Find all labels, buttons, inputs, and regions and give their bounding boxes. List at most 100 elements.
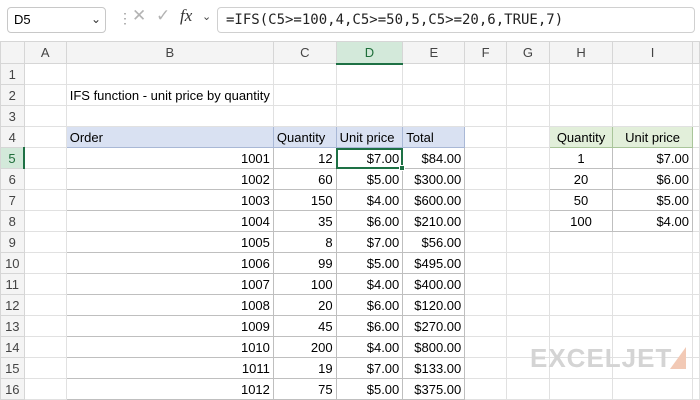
orders-data-cell[interactable]: 1010 <box>65 336 274 358</box>
cell[interactable] <box>612 231 693 253</box>
cell[interactable] <box>506 273 550 295</box>
orders-data-cell[interactable]: $7.00 <box>335 231 404 253</box>
cell[interactable] <box>506 315 550 337</box>
cell[interactable] <box>506 231 550 253</box>
cell[interactable] <box>464 63 508 85</box>
cell[interactable] <box>335 63 404 85</box>
orders-data-cell[interactable]: 12 <box>272 147 337 169</box>
cell[interactable] <box>506 294 550 316</box>
cell[interactable] <box>692 147 700 169</box>
row-header[interactable]: 12 <box>0 294 25 316</box>
row-header[interactable]: 9 <box>0 231 25 253</box>
orders-data-cell[interactable]: 35 <box>272 210 337 232</box>
lookup-data-cell[interactable]: 20 <box>548 168 614 190</box>
cell[interactable] <box>506 63 550 85</box>
cell[interactable] <box>464 378 508 400</box>
cell[interactable] <box>272 63 337 85</box>
cell[interactable] <box>612 378 693 400</box>
orders-data-cell[interactable]: $4.00 <box>335 189 404 211</box>
cell[interactable] <box>506 210 550 232</box>
orders-data-cell[interactable]: 100 <box>272 273 337 295</box>
column-header-c[interactable]: C <box>272 41 337 64</box>
orders-data-cell[interactable]: $300.00 <box>402 168 466 190</box>
select-all-corner[interactable] <box>0 41 25 64</box>
cell[interactable] <box>464 147 508 169</box>
cell[interactable] <box>692 126 700 148</box>
orders-data-cell[interactable]: 1005 <box>65 231 274 253</box>
column-header-i[interactable]: I <box>612 41 693 64</box>
cell[interactable] <box>548 105 614 127</box>
cell[interactable] <box>612 294 693 316</box>
orders-data-cell[interactable]: 1007 <box>65 273 274 295</box>
cell[interactable] <box>23 168 67 190</box>
cell[interactable] <box>692 231 700 253</box>
cell[interactable] <box>402 105 466 127</box>
cell[interactable] <box>506 105 550 127</box>
cell[interactable] <box>23 105 67 127</box>
cell[interactable] <box>506 147 550 169</box>
column-header-d[interactable]: D <box>335 41 404 65</box>
orders-data-cell[interactable]: $800.00 <box>402 336 466 358</box>
orders-data-cell[interactable]: $120.00 <box>402 294 466 316</box>
row-header[interactable]: 15 <box>0 357 25 379</box>
cell[interactable] <box>692 378 700 400</box>
cell[interactable] <box>464 294 508 316</box>
cell[interactable] <box>464 336 508 358</box>
orders-data-cell[interactable]: $7.00 <box>335 357 404 379</box>
orders-data-cell[interactable]: $6.00 <box>335 294 404 316</box>
cell[interactable] <box>548 231 614 253</box>
cell[interactable] <box>464 189 508 211</box>
cell[interactable] <box>548 315 614 337</box>
cell[interactable] <box>692 210 700 232</box>
row-header[interactable]: 8 <box>0 210 25 232</box>
orders-data-cell[interactable]: $6.00 <box>335 315 404 337</box>
cell[interactable] <box>464 210 508 232</box>
cell[interactable] <box>692 294 700 316</box>
orders-data-cell[interactable]: 1006 <box>65 252 274 274</box>
cell[interactable] <box>464 273 508 295</box>
cell[interactable] <box>464 84 508 106</box>
orders-header-cell[interactable]: Total <box>402 126 466 148</box>
lookup-data-cell[interactable]: 50 <box>548 189 614 211</box>
orders-data-cell[interactable]: 60 <box>272 168 337 190</box>
orders-data-cell[interactable]: 1003 <box>65 189 274 211</box>
column-header-h[interactable]: H <box>548 41 614 64</box>
cell[interactable] <box>23 252 67 274</box>
cell[interactable] <box>335 84 404 106</box>
cell[interactable] <box>272 105 337 127</box>
cell[interactable] <box>402 63 466 85</box>
formula-input[interactable]: =IFS(C5>=100,4,C5>=50,5,C5>=20,6,TRUE,7) <box>217 7 695 33</box>
row-header[interactable]: 10 <box>0 252 25 274</box>
cell[interactable] <box>612 84 693 106</box>
cell[interactable] <box>23 273 67 295</box>
orders-data-cell[interactable]: $4.00 <box>335 273 404 295</box>
row-header[interactable]: 13 <box>0 315 25 337</box>
cell[interactable] <box>692 357 700 379</box>
cell[interactable] <box>464 252 508 274</box>
cell[interactable] <box>612 63 693 85</box>
cell[interactable] <box>23 231 67 253</box>
drag-handle-icon[interactable]: ⋮ <box>118 10 132 27</box>
cell[interactable] <box>692 63 700 85</box>
orders-data-cell[interactable]: 1012 <box>65 378 274 400</box>
cell[interactable] <box>506 378 550 400</box>
cell[interactable] <box>692 315 700 337</box>
cell[interactable] <box>65 63 274 85</box>
cell[interactable] <box>464 357 508 379</box>
column-header-a[interactable]: A <box>23 41 67 64</box>
orders-data-cell[interactable]: 45 <box>272 315 337 337</box>
column-header-b[interactable]: B <box>65 41 274 64</box>
orders-data-cell[interactable]: $5.00 <box>335 252 404 274</box>
lookup-data-cell[interactable]: $4.00 <box>612 210 693 232</box>
cell[interactable] <box>23 336 67 358</box>
cell[interactable] <box>692 189 700 211</box>
cell[interactable] <box>23 147 67 169</box>
row-header[interactable]: 3 <box>0 105 25 127</box>
name-box[interactable]: D5 ⌄ <box>7 7 106 33</box>
cell[interactable] <box>692 105 700 127</box>
cell[interactable] <box>23 315 67 337</box>
orders-data-cell[interactable]: $375.00 <box>402 378 466 400</box>
orders-data-cell[interactable]: 1011 <box>65 357 274 379</box>
orders-data-cell[interactable]: $210.00 <box>402 210 466 232</box>
orders-data-cell[interactable]: 1004 <box>65 210 274 232</box>
